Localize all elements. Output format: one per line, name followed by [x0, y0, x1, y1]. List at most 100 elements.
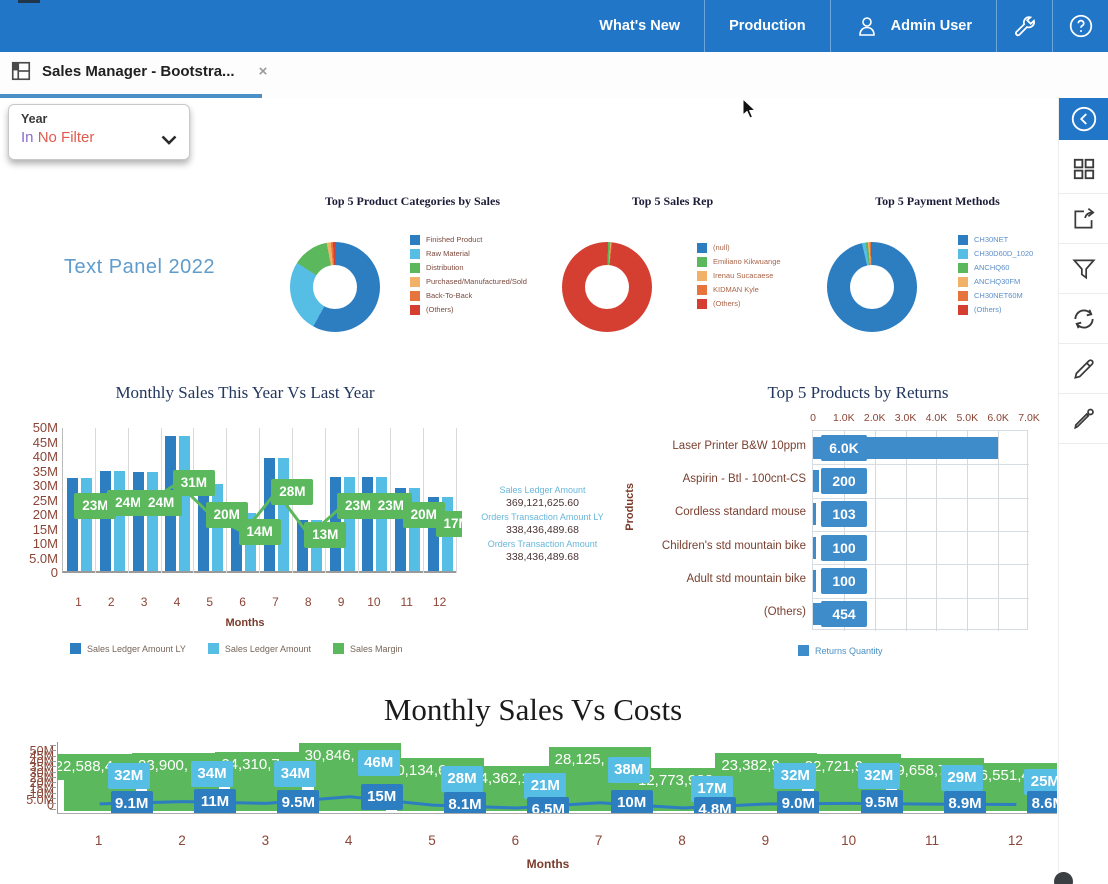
nav-user-menu[interactable]: Admin User	[830, 0, 996, 52]
x-axis-tick: 2	[101, 595, 121, 609]
toolbar-filter-button[interactable]	[1059, 244, 1108, 294]
chart-top5-payment: Top 5 Payment Methods CH30NETCH30D60D_10…	[810, 190, 1065, 355]
y-axis-tick: 15M	[28, 522, 58, 537]
data-label-returns: 100	[821, 535, 867, 561]
chart-top5-products-returns[interactable]: Top 5 Products by Returns Products 01.0K…	[620, 383, 1060, 675]
chevron-down-icon[interactable]	[161, 133, 177, 151]
kpi-value: 369,121,625.60	[455, 497, 630, 509]
filter-label: Year	[21, 112, 177, 126]
data-label-costs: 9.0M	[777, 791, 819, 814]
legend-item: Back-To-Back	[410, 290, 527, 301]
data-label-orders: 46M	[358, 750, 400, 776]
data-label-sales-margin: 28M	[271, 479, 313, 505]
toolbar-edit-button[interactable]	[1059, 344, 1108, 394]
y-axis-tick: 40M	[28, 449, 58, 464]
chart-legend: CH30NETCH30D60D_1020ANCHQ60ANCHQ30FMCH30…	[958, 234, 1033, 315]
chart-monthly-sales-yoy[interactable]: Monthly Sales This Year Vs Last Year 50M…	[28, 383, 462, 675]
hbar-returns[interactable]	[813, 470, 819, 492]
text-panel-2022: Text Panel 2022	[64, 256, 215, 279]
annotate-icon	[1071, 406, 1097, 432]
filter-operator: In	[21, 129, 34, 146]
tab-close-icon[interactable]: ×	[259, 63, 268, 80]
gridline	[813, 564, 1029, 565]
legend-item: CH30D60D_1020	[958, 248, 1033, 259]
data-label-costs: 6.5M	[527, 797, 569, 814]
help-button[interactable]	[1052, 0, 1108, 52]
legend-swatch	[958, 277, 968, 287]
user-name-label: Admin User	[891, 18, 972, 34]
legend-swatch	[697, 271, 707, 281]
legend-label: KIDMAN Kyle	[713, 285, 759, 294]
legend-label: Sales Ledger Amount	[225, 644, 311, 654]
legend-item: Finished Product	[410, 234, 527, 245]
x-axis-tick: 5	[200, 595, 220, 609]
axis-tick-mark	[50, 756, 56, 757]
toolbar-share-button[interactable]	[1059, 194, 1108, 244]
toolbar-annotate-button[interactable]	[1059, 394, 1108, 444]
hbar-returns[interactable]	[813, 570, 816, 592]
legend-label: (Others)	[426, 305, 454, 314]
legend-label: Distribution	[426, 263, 464, 272]
filter-value: In No Filter	[21, 129, 177, 146]
chart-title: Monthly Sales Vs Costs	[0, 692, 1066, 728]
toolbar-refresh-button[interactable]	[1059, 294, 1108, 344]
chart-legend: Finished Product Raw Material Distribution…	[410, 234, 527, 315]
edit-icon	[1071, 356, 1097, 382]
legend-swatch	[333, 643, 344, 654]
data-label-returns: 454	[821, 601, 867, 627]
axis-tick-mark	[50, 793, 56, 794]
corner-widget[interactable]	[1054, 872, 1073, 884]
donut-chart[interactable]	[290, 242, 380, 332]
legend-item: KIDMAN Kyle	[697, 284, 781, 295]
chart-legend: Sales Ledger Amount LYSales Ledger Amoun…	[70, 643, 403, 654]
x-axis-tick: 4	[337, 833, 361, 848]
dashboard-app: What's New Production Admin User	[0, 0, 1108, 884]
x-axis-tick: 10	[364, 595, 384, 609]
donut-chart[interactable]	[827, 242, 917, 332]
legend-label: Irenau Sucacaese	[713, 271, 773, 280]
x-axis-tick: 9	[331, 595, 351, 609]
axis-tick-mark	[50, 782, 56, 783]
admin-tools-button[interactable]	[996, 0, 1052, 52]
collapse-icon	[1069, 104, 1099, 134]
legend-item: CH30NET60M	[958, 290, 1033, 301]
hbar-returns[interactable]	[813, 537, 816, 559]
nav-production[interactable]: Production	[704, 0, 830, 52]
y-axis-tick: 35M	[28, 464, 58, 479]
donut-chart[interactable]	[562, 242, 652, 332]
legend-label: Raw Material	[426, 249, 470, 258]
kpi-label: Orders Transaction Amount LY	[455, 512, 630, 522]
tab-sales-manager[interactable]: Sales Manager - Bootstra... ×	[10, 60, 267, 82]
category-label: (Others)	[628, 606, 806, 618]
wrench-icon	[1012, 14, 1037, 39]
chart-monthly-sales-vs-costs[interactable]: Monthly Sales Vs Costs 50M45M40M35M30M25…	[0, 690, 1066, 884]
axis-tick-mark	[50, 803, 56, 804]
toolbar-layouts-button[interactable]	[1059, 144, 1108, 194]
x-axis-tick: 11	[397, 595, 417, 609]
hbar-returns[interactable]	[813, 503, 816, 525]
x-axis-tick: 7	[265, 595, 285, 609]
legend-label: (null)	[713, 243, 730, 252]
kpi-label: Sales Ledger Amount	[455, 485, 630, 495]
y-axis-tick: 5.0M	[28, 551, 58, 566]
legend-swatch	[958, 235, 968, 245]
legend-swatch	[208, 643, 219, 654]
chart-title: Top 5 Payment Methods	[810, 194, 1065, 209]
x-axis-tick: 10	[837, 833, 861, 848]
x-axis-label: Months	[488, 857, 608, 871]
y-axis-tick: 0	[28, 565, 58, 580]
data-label-costs: 4.8M	[694, 797, 736, 814]
axis-tick-mark	[50, 787, 56, 788]
legend-swatch	[958, 291, 968, 301]
year-filter-card[interactable]: Year In No Filter	[8, 104, 190, 160]
toolbar-collapse-button[interactable]	[1059, 98, 1108, 140]
legend-item: Sales Margin	[333, 643, 403, 654]
legend-label: (Others)	[974, 305, 1002, 314]
x-axis-tick: 0	[796, 412, 830, 424]
x-axis-tick: 4	[167, 595, 187, 609]
data-label-orders: 21M	[524, 773, 566, 799]
top-header: What's New Production Admin User	[0, 0, 1108, 52]
y-axis-tick: 10M	[28, 536, 58, 551]
nav-whats-new[interactable]: What's New	[575, 0, 704, 52]
legend-item: Irenau Sucacaese	[697, 270, 781, 281]
